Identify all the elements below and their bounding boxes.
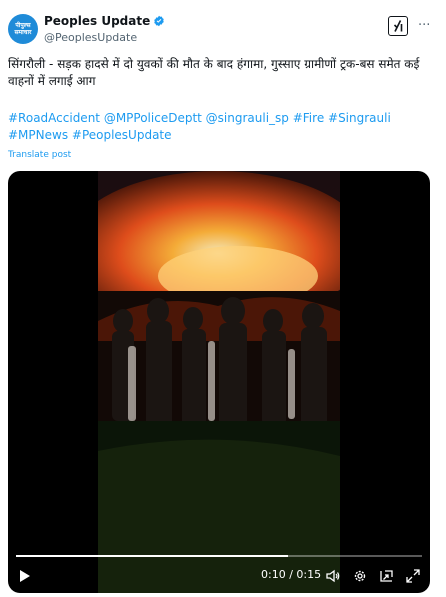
fullscreen-icon[interactable]	[406, 569, 420, 583]
post-hashtags[interactable]: #RoadAccident @MPPoliceDeptt @singrauli_…	[8, 110, 436, 144]
video-frame	[98, 171, 340, 593]
current-time: 0:10	[261, 568, 286, 581]
video-player[interactable]: 0:10 / 0:15	[8, 171, 430, 593]
video-progress-fill	[16, 555, 289, 557]
author-name-row[interactable]: Peoples Update	[44, 14, 165, 28]
video-time: 0:10 / 0:15	[261, 568, 321, 581]
video-progress-bar[interactable]	[16, 555, 422, 557]
pip-icon[interactable]	[380, 569, 394, 583]
post-card[interactable]: पीपुल्स समाचार Peoples Update @PeoplesUp…	[0, 0, 446, 597]
settings-icon[interactable]	[353, 569, 367, 583]
grok-button[interactable]	[388, 16, 408, 36]
avatar-text-top: पीपुल्स	[15, 22, 31, 29]
avatar-text-bottom: समाचार	[14, 29, 32, 36]
play-icon[interactable]	[18, 569, 32, 583]
translate-post-link[interactable]: Translate post	[8, 150, 71, 160]
grok-icon	[393, 20, 403, 32]
more-icon[interactable]: ···	[418, 18, 430, 33]
post-text: सिंगरौली - सड़क हादसे में दो युवकों की म…	[8, 57, 420, 88]
time-separator: /	[289, 568, 293, 581]
verified-badge-icon	[154, 15, 164, 27]
volume-icon[interactable]	[326, 569, 340, 583]
author-name[interactable]: Peoples Update	[44, 14, 150, 28]
avatar[interactable]: पीपुल्स समाचार	[8, 14, 38, 44]
duration: 0:15	[296, 568, 322, 581]
author-handle[interactable]: @PeoplesUpdate	[44, 31, 137, 44]
